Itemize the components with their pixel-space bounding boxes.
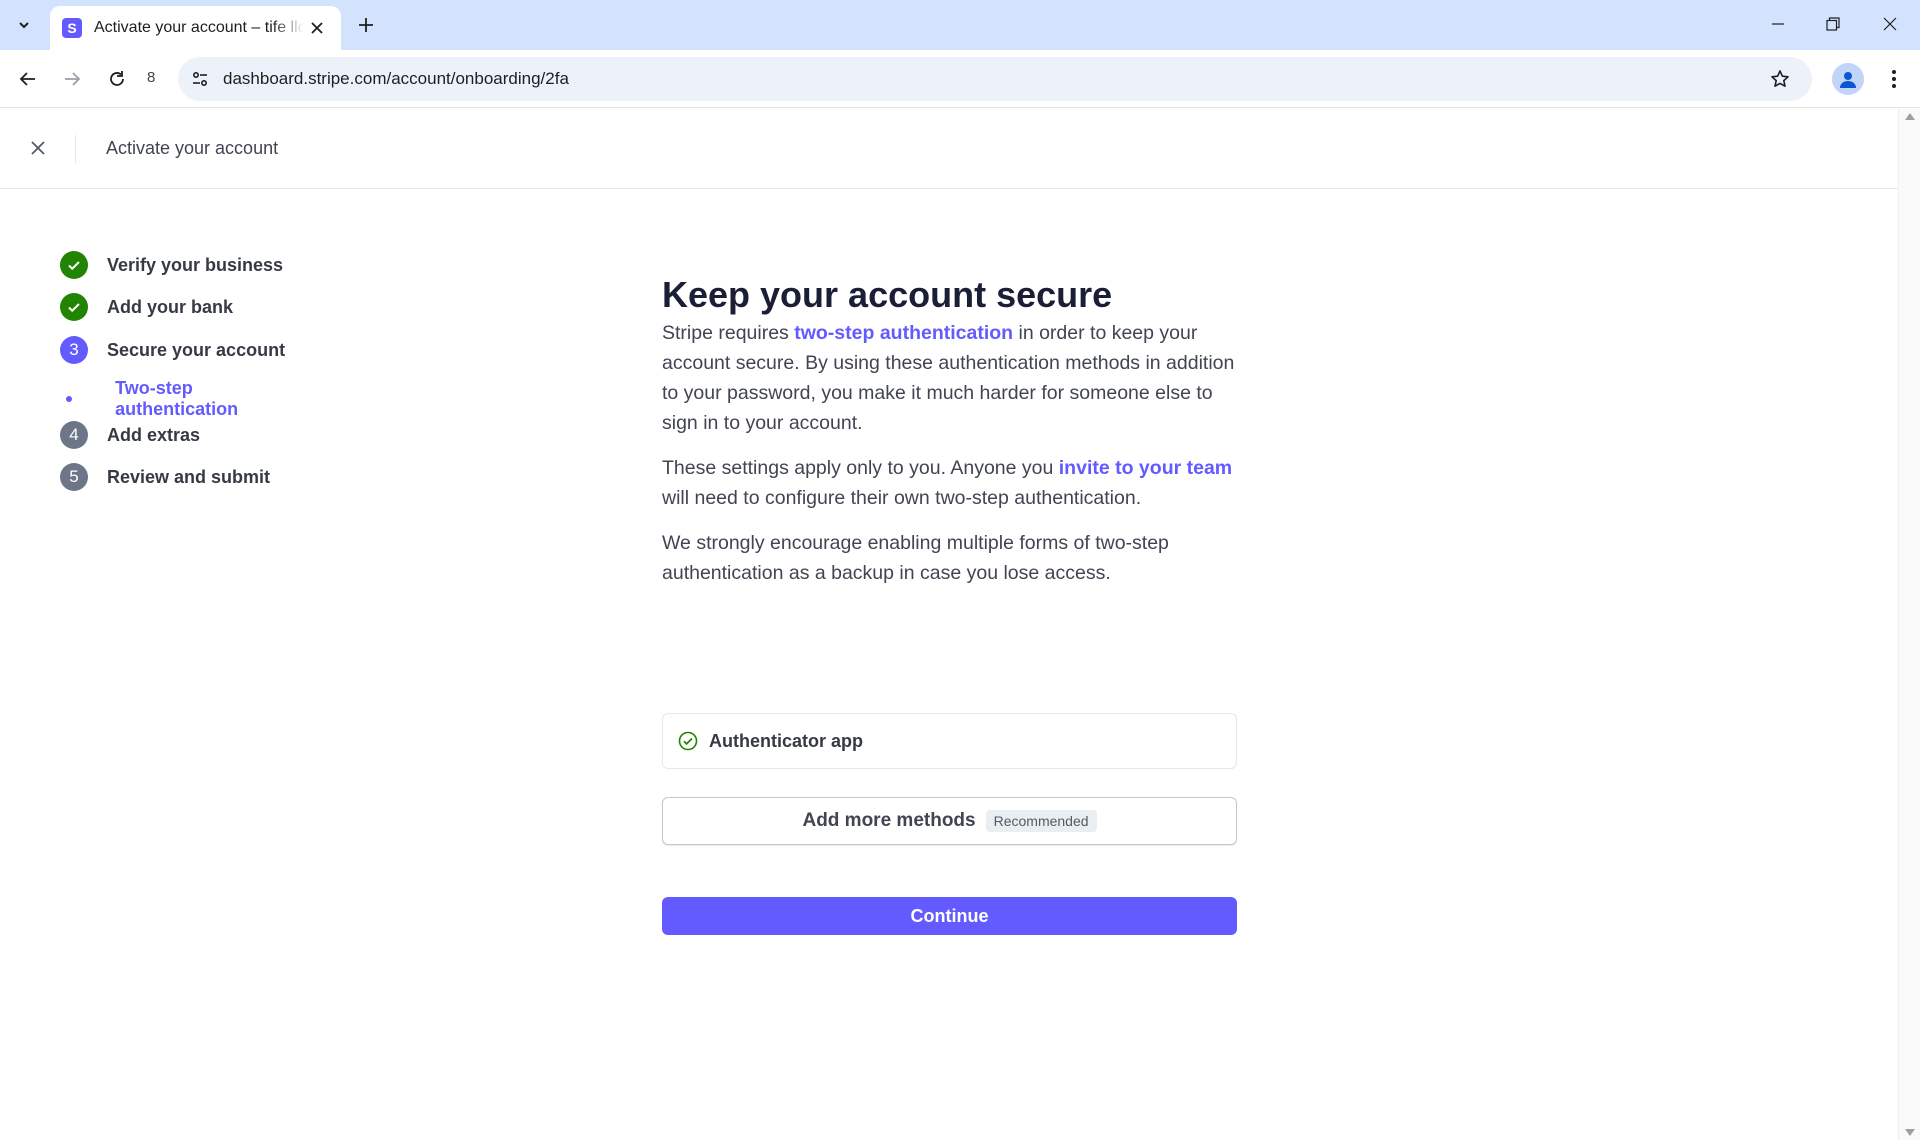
stripe-favicon-icon: S <box>62 18 82 38</box>
site-info-button[interactable] <box>186 65 214 93</box>
onboarding-header: Activate your account <box>0 109 1898 189</box>
backup-paragraph: We strongly encourage enabling multiple … <box>662 532 1169 584</box>
browser-toolbar: 8 dashboard.stripe.com/account/onboardin… <box>0 50 1920 108</box>
step-number-icon: 5 <box>60 463 88 491</box>
continue-button[interactable]: Continue <box>662 897 1237 935</box>
more-vertical-icon <box>1892 70 1896 88</box>
step-label: Verify your business <box>107 254 284 275</box>
restore-button[interactable] <box>1815 8 1851 40</box>
page-scrollbar[interactable] <box>1898 109 1920 1140</box>
step-add-extras[interactable]: 4 Add extras <box>60 421 200 449</box>
person-icon <box>1840 72 1856 88</box>
intro-paragraph: Stripe requires two-step authentication … <box>662 318 1238 438</box>
profile-avatar-button[interactable] <box>1832 63 1864 95</box>
header-divider <box>75 135 76 163</box>
substep-two-step-authentication[interactable]: Two-step authentication <box>60 378 248 420</box>
step-number-icon: 4 <box>60 421 88 449</box>
minimize-button[interactable] <box>1760 8 1796 40</box>
url-text[interactable]: dashboard.stripe.com/account/onboarding/… <box>223 69 569 89</box>
tab-title: Activate your account – tife llc – <box>94 19 304 36</box>
back-button[interactable] <box>12 63 44 95</box>
step-add-bank[interactable]: Add your bank <box>60 293 233 321</box>
step-verify-business[interactable]: Verify your business <box>60 251 283 279</box>
section-heading: Keep your account secure <box>662 274 1113 315</box>
browser-menu-button[interactable] <box>1878 63 1910 95</box>
scroll-down-arrow-icon[interactable] <box>1905 1129 1915 1136</box>
add-more-methods-button[interactable]: Add more methods Recommended <box>662 797 1237 845</box>
tune-icon <box>192 71 208 87</box>
plus-icon <box>359 18 373 32</box>
page-content: Activate your account Verify your busine… <box>0 109 1898 1140</box>
step-label: Secure your account <box>107 339 286 360</box>
forward-button[interactable] <box>56 63 88 95</box>
text: These settings apply only to you. Anyone… <box>662 457 1059 479</box>
star-icon <box>1771 70 1789 87</box>
bullet-icon <box>60 396 78 402</box>
step-label: Add your bank <box>107 296 234 317</box>
minimize-icon <box>1772 23 1784 25</box>
close-icon <box>1883 17 1897 31</box>
team-paragraph: These settings apply only to you. Anyone… <box>662 453 1238 513</box>
step-label: Review and submit <box>107 466 271 487</box>
recommended-badge: Recommended <box>985 810 1097 832</box>
tab-search-button[interactable] <box>10 11 38 39</box>
browser-tab-active[interactable]: S Activate your account – tife llc – <box>50 6 341 50</box>
step-review-submit[interactable]: 5 Review and submit <box>60 463 270 491</box>
bookmark-button[interactable] <box>1766 65 1794 93</box>
restore-icon <box>1826 17 1840 31</box>
invite-team-link[interactable]: invite to your team <box>1059 457 1232 479</box>
step-secure-account[interactable]: 3 Secure your account <box>60 336 285 364</box>
step-number-icon: 3 <box>60 336 88 364</box>
authenticator-app-method[interactable]: Authenticator app <box>662 713 1237 769</box>
page-title: Activate your account <box>106 138 279 158</box>
window-close-button[interactable] <box>1872 8 1908 40</box>
reload-icon <box>110 71 124 86</box>
main-content: Keep your account secure Stripe requires… <box>662 272 1238 588</box>
arrow-left-icon <box>19 72 35 86</box>
scroll-up-arrow-icon[interactable] <box>1905 113 1915 120</box>
close-icon <box>31 141 45 155</box>
text: will need to configure their own two-ste… <box>662 487 1142 509</box>
check-circle-outline-icon <box>677 730 699 752</box>
new-tab-button[interactable] <box>352 11 380 39</box>
check-circle-icon <box>60 251 88 279</box>
chevron-down-icon <box>19 22 29 29</box>
browser-tab-bar: S Activate your account – tife llc – <box>0 0 1920 50</box>
substep-label: Two-step authentication <box>115 378 239 419</box>
add-more-methods-label: Add more methods <box>802 810 976 831</box>
arrow-right-icon <box>65 72 81 86</box>
method-label: Authenticator app <box>709 730 864 751</box>
extension-badge-count[interactable]: 8 <box>147 69 155 86</box>
text: Stripe requires <box>662 322 795 344</box>
step-label: Add extras <box>107 424 201 445</box>
two-step-authentication-link[interactable]: two-step authentication <box>794 322 1013 344</box>
tab-close-button[interactable] <box>307 18 327 38</box>
address-bar[interactable]: dashboard.stripe.com/account/onboarding/… <box>178 57 1812 101</box>
close-onboarding-button[interactable] <box>22 132 54 164</box>
check-circle-icon <box>60 293 88 321</box>
close-icon <box>311 22 323 34</box>
reload-button[interactable] <box>101 63 133 95</box>
continue-label: Continue <box>910 905 989 926</box>
